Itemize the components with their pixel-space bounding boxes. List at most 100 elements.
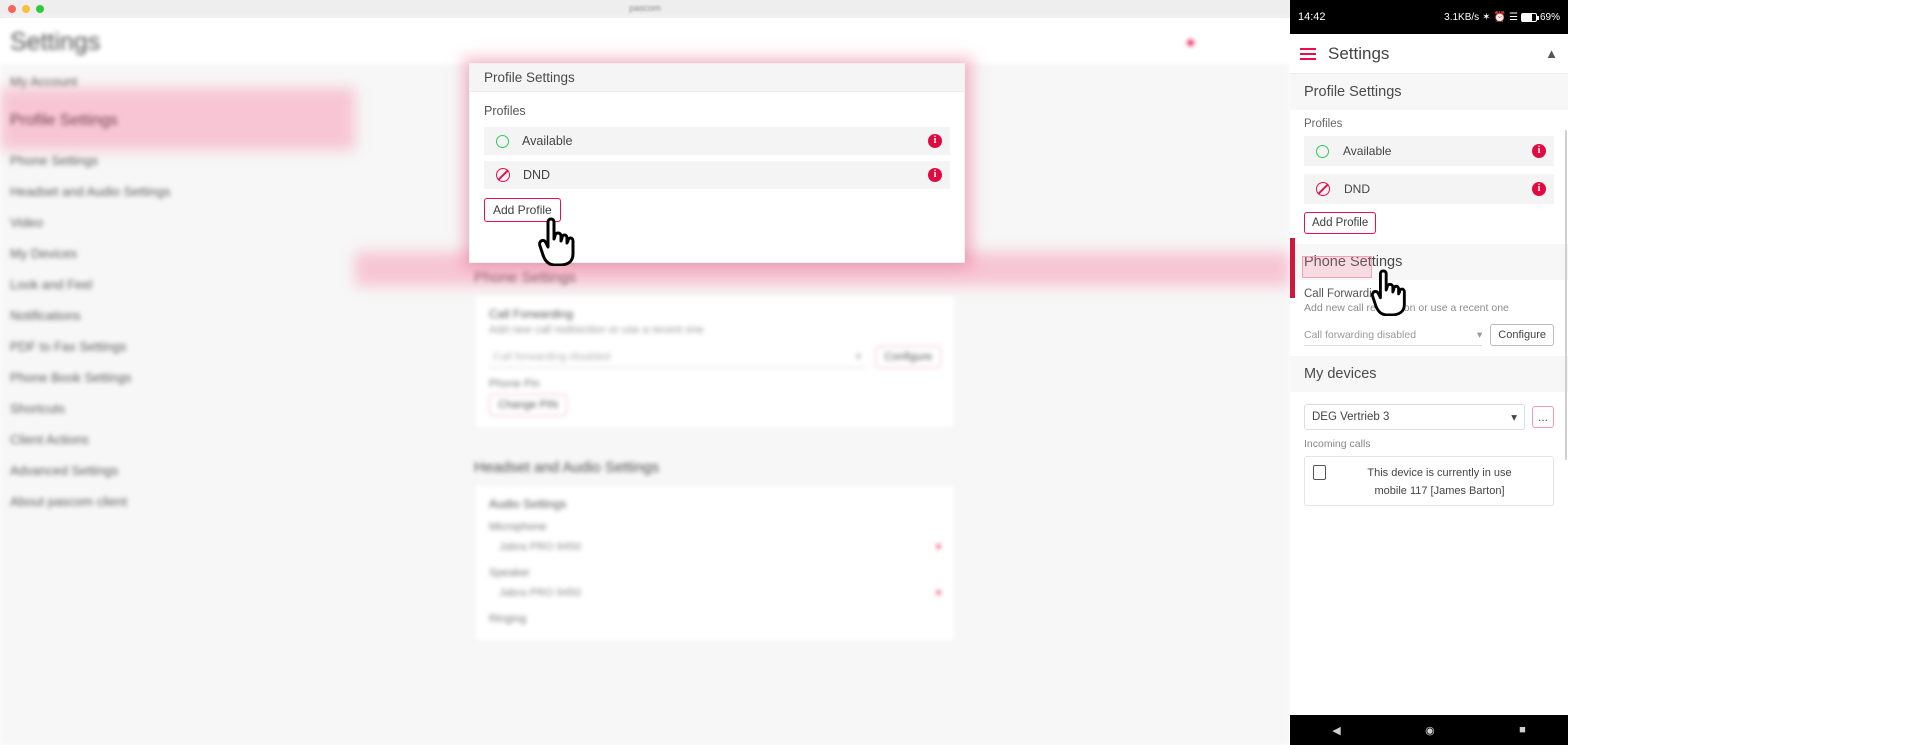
phone-device-icon xyxy=(1313,465,1326,480)
mobile-page-title: Settings xyxy=(1328,43,1390,63)
sidebar-item-phone-settings[interactable]: Phone Settings xyxy=(0,145,355,176)
profile-name: Available xyxy=(1343,144,1392,158)
bluetooth-icon: ✶ xyxy=(1482,11,1491,23)
mobile-in-use-line2: mobile 117 [James Barton] xyxy=(1374,485,1505,497)
mobile-in-use-text: This device is currently in use mobile 1… xyxy=(1334,463,1545,499)
network-speed: 3.1KB/s xyxy=(1444,11,1480,23)
call-forwarding-select[interactable]: Call forwarding disabled ▾ xyxy=(489,346,866,368)
sidebar-item-about-pascom-client[interactable]: About pascom client xyxy=(0,486,355,517)
sidebar-item-label: My Devices xyxy=(10,246,78,261)
info-icon[interactable]: i xyxy=(928,168,942,182)
sidebar-item-pdf-to-fax-settings[interactable]: PDF to Fax Settings xyxy=(0,331,355,362)
mobile-phone-settings-section-title: Phone Settings xyxy=(1290,244,1568,280)
mobile-call-forwarding-sub: Add new call redirection or use a recent… xyxy=(1304,302,1509,314)
speaker-label: Speaker xyxy=(489,567,530,579)
settings-sidebar: My Account Profile Settings Phone Settin… xyxy=(0,66,355,745)
status-time: 14:42 xyxy=(1298,11,1326,23)
sidebar-item-label: My Account xyxy=(10,74,78,89)
info-icon[interactable]: i xyxy=(1532,144,1546,158)
mobile-profile-row-dnd[interactable]: DND i xyxy=(1304,174,1554,204)
sidebar-item-phone-book-settings[interactable]: Phone Book Settings xyxy=(0,362,355,393)
sidebar-item-label: Phone Book Settings xyxy=(10,370,132,385)
mobile-my-devices-section-title: My devices xyxy=(1290,356,1568,392)
sidebar-item-label: Profile Settings xyxy=(10,112,118,129)
hamburger-menu-icon[interactable] xyxy=(1300,45,1316,63)
window-titlebar: pascom xyxy=(0,0,1290,18)
do-not-disturb-icon xyxy=(496,168,510,182)
mobile-devices-card: DEG Vertrieb 3 ▾ ... Incoming calls This… xyxy=(1290,392,1568,516)
bell-icon[interactable]: ● xyxy=(1186,34,1195,51)
mobile-call-forwarding-label: Call Forwarding xyxy=(1304,288,1385,300)
speaker-select[interactable]: Jabra PRO 9450 ▾ xyxy=(489,583,941,603)
info-icon[interactable]: i xyxy=(1532,182,1546,196)
sidebar-item-label: About pascom client xyxy=(10,494,128,509)
profile-row-dnd[interactable]: DND i xyxy=(484,161,950,189)
chevron-down-icon: ▾ xyxy=(935,541,941,553)
profile-row-available[interactable]: Available i xyxy=(484,127,950,155)
mobile-status-bar: 14:42 3.1KB/s ✶ ⏰ ☰ 69% xyxy=(1290,0,1568,34)
mobile-call-forwarding-select[interactable]: Call forwarding disabled ▾ xyxy=(1304,324,1483,346)
mobile-call-forwarding-value: Call forwarding disabled xyxy=(1304,328,1417,341)
change-pin-button[interactable]: Change PIN xyxy=(489,394,567,416)
sidebar-item-advanced-settings[interactable]: Advanced Settings xyxy=(0,455,355,486)
mobile-header: Settings ▲ xyxy=(1290,34,1568,74)
mobile-device-panel: 14:42 3.1KB/s ✶ ⏰ ☰ 69% Settings ▲ Profi… xyxy=(1290,0,1568,745)
mobile-profiles-card: Profiles Available i DND i Add Profile xyxy=(1290,110,1568,244)
sidebar-item-my-devices[interactable]: My Devices xyxy=(0,238,355,269)
call-forwarding-value: Call forwarding disabled xyxy=(493,350,611,363)
sidebar-item-label: Video xyxy=(10,215,44,230)
desktop-app-window: pascom Settings ● My Account Profile Set… xyxy=(0,0,1290,745)
sidebar-item-notifications[interactable]: Notifications xyxy=(0,300,355,331)
profile-name: DND xyxy=(523,168,551,182)
microphone-value: Jabra PRO 9450 xyxy=(499,541,581,553)
nav-recents-icon[interactable]: ■ xyxy=(1519,724,1526,736)
sidebar-item-label: Notifications xyxy=(10,308,81,323)
mobile-incoming-calls-label: Incoming calls xyxy=(1304,438,1371,450)
nav-home-icon[interactable]: ◉ xyxy=(1425,724,1435,737)
battery-icon xyxy=(1520,12,1539,22)
sidebar-item-profile-settings[interactable]: Profile Settings xyxy=(0,97,355,145)
sidebar-item-client-actions[interactable]: Client Actions xyxy=(0,424,355,455)
mobile-add-profile-button[interactable]: Add Profile xyxy=(1304,212,1377,234)
page-title: Settings xyxy=(10,28,101,56)
sidebar-item-headset-and-audio-settings[interactable]: Headset and Audio Settings xyxy=(0,176,355,207)
mobile-highlight-bar xyxy=(1290,238,1295,298)
sidebar-item-my-account[interactable]: My Account xyxy=(0,66,355,97)
profile-name: DND xyxy=(1344,182,1370,196)
sidebar-item-shortcuts[interactable]: Shortcuts xyxy=(0,393,355,424)
app-header: Settings ● xyxy=(0,18,1290,66)
phone-pin-label: Phone Pin xyxy=(489,378,540,390)
configure-button[interactable]: Configure xyxy=(875,346,941,368)
available-circle-icon xyxy=(496,134,509,148)
sidebar-item-video[interactable]: Video xyxy=(0,207,355,238)
call-forwarding-label: Call Forwarding xyxy=(489,307,574,321)
sidebar-item-label: Shortcuts xyxy=(10,401,65,416)
available-circle-icon xyxy=(1316,144,1329,158)
sidebar-item-label: Client Actions xyxy=(10,432,89,447)
mobile-profile-settings-section-title: Profile Settings xyxy=(1290,74,1568,110)
chevron-up-icon[interactable]: ▲ xyxy=(1545,46,1558,61)
info-icon[interactable]: i xyxy=(928,134,942,148)
alarm-icon: ⏰ xyxy=(1493,11,1507,23)
mobile-scrollbar[interactable] xyxy=(1565,130,1567,460)
battery-level: 69% xyxy=(1539,11,1560,23)
sidebar-item-label: Headset and Audio Settings xyxy=(10,184,171,199)
nav-back-icon[interactable]: ◀ xyxy=(1332,724,1340,737)
pointing-hand-cursor xyxy=(1370,269,1406,316)
mobile-profile-row-available[interactable]: Available i xyxy=(1304,136,1554,166)
microphone-select[interactable]: Jabra PRO 9450 ▾ xyxy=(489,537,941,557)
call-forwarding-card: Call Forwarding Add new call redirection… xyxy=(474,294,956,429)
call-forwarding-sub: Add new call redirection or use a recent… xyxy=(489,324,704,336)
sidebar-item-label: PDF to Fax Settings xyxy=(10,339,127,354)
mobile-profiles-label: Profiles xyxy=(1304,118,1343,130)
mobile-device-select[interactable]: DEG Vertrieb 3 ▾ xyxy=(1304,404,1525,430)
chevron-down-icon: ▾ xyxy=(935,587,941,599)
mobile-configure-button[interactable]: Configure xyxy=(1490,324,1554,346)
mobile-device-in-use-card: This device is currently in use mobile 1… xyxy=(1304,456,1554,506)
mobile-device-more-button[interactable]: ... xyxy=(1532,406,1554,428)
do-not-disturb-icon xyxy=(1316,182,1330,196)
sidebar-item-look-and-feel[interactable]: Look and Feel xyxy=(0,269,355,300)
screenshot-root: pascom Settings ● My Account Profile Set… xyxy=(0,0,1920,745)
chevron-down-icon: ▾ xyxy=(1511,412,1517,424)
window-title: pascom xyxy=(629,3,661,13)
